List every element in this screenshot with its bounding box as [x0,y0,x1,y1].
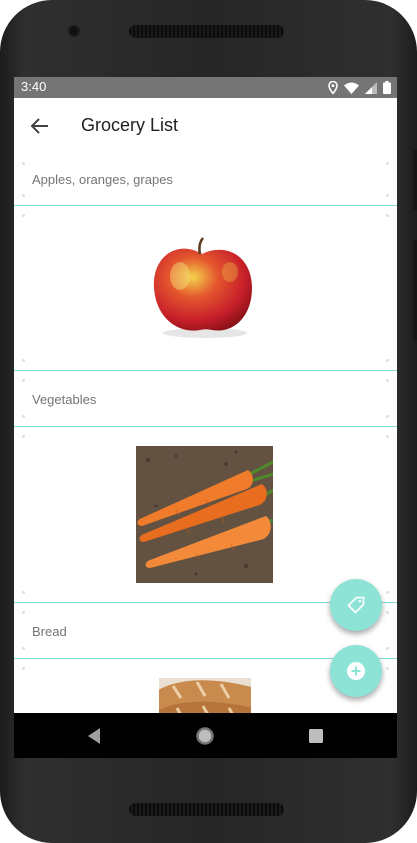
list-item[interactable] [14,427,397,603]
apple-photo [153,237,252,338]
battery-icon [383,81,391,94]
arrow-back-icon[interactable] [30,116,50,136]
page-title: Grocery List [81,115,179,135]
list-item[interactable]: Vegetables [14,371,397,427]
location-icon [328,81,338,94]
list-item[interactable]: Apples, oranges, grapes [14,154,397,206]
back-triangle-icon[interactable] [82,724,106,748]
screen: 3:40 Grocery List Apples, oranges, grape… [14,77,397,758]
front-camera [68,25,80,37]
status-bar: 3:40 [14,77,397,98]
signal-icon [365,81,377,94]
top-speaker [129,25,284,38]
power-button [413,150,417,210]
list-item-label: Vegetables [32,392,97,407]
carrots-photo [136,446,273,583]
add-icon [347,662,365,680]
volume-button [413,240,417,340]
home-circle-icon[interactable] [193,724,217,748]
status-time: 3:40 [21,79,47,94]
bottom-speaker [129,803,284,816]
wifi-icon [344,82,359,94]
bread-photo [159,678,251,713]
app-bar: Grocery List [14,98,397,154]
tag-icon [347,596,365,614]
tag-fab-button[interactable] [330,579,382,631]
recents-square-icon[interactable] [304,724,328,748]
grocery-list[interactable]: Apples, oranges, grapes Vegetables Bread [14,154,397,713]
list-item[interactable] [14,206,397,371]
add-fab-button[interactable] [330,645,382,697]
list-item-label: Bread [32,624,67,639]
list-item-label: Apples, oranges, grapes [32,172,173,187]
phone-frame: 3:40 Grocery List Apples, oranges, grape… [0,0,417,843]
navigation-bar [14,713,397,758]
